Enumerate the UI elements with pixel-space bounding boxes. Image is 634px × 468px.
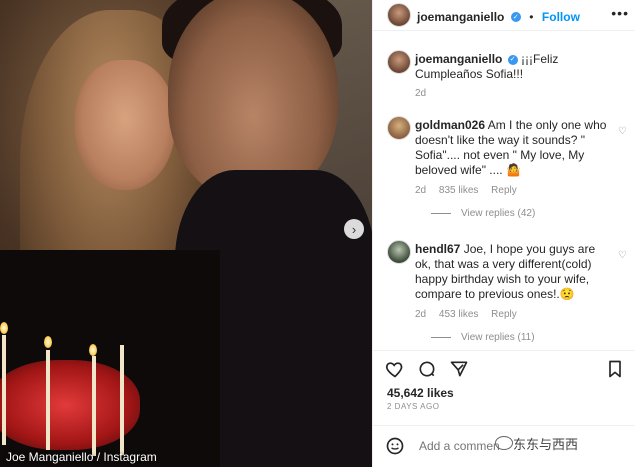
comment-icon[interactable] bbox=[417, 359, 437, 379]
photo-candle bbox=[2, 335, 6, 445]
post-date: 2 DAYS AGO bbox=[387, 402, 440, 411]
comment-age[interactable]: 2d bbox=[415, 309, 426, 320]
divider-line bbox=[431, 336, 451, 338]
photo-credit: Joe Manganiello / Instagram bbox=[6, 450, 157, 464]
bookmark-icon[interactable] bbox=[605, 359, 625, 379]
verified-badge-icon: ✓ bbox=[510, 11, 521, 22]
watermark-logo-icon bbox=[495, 436, 513, 450]
comment-username[interactable]: hendl67 bbox=[415, 242, 460, 256]
view-replies-button[interactable]: View replies (42) bbox=[431, 208, 535, 219]
post-details-panel: joemanganiello ✓ • Follow ••• joemangani… bbox=[372, 0, 634, 467]
heart-icon[interactable]: ♡ bbox=[618, 248, 627, 263]
avatar[interactable] bbox=[387, 50, 411, 74]
next-photo-button[interactable]: › bbox=[344, 219, 364, 239]
photo-candle bbox=[92, 356, 96, 456]
avatar[interactable] bbox=[387, 3, 411, 27]
add-comment-bar: 东东与西西 bbox=[373, 425, 634, 468]
header-username[interactable]: joemanganiello bbox=[417, 10, 504, 24]
emoji-icon[interactable] bbox=[385, 436, 405, 456]
more-horizontal-icon[interactable]: ••• bbox=[611, 5, 629, 21]
photo-candle-flame bbox=[0, 322, 8, 334]
heart-icon[interactable] bbox=[385, 359, 405, 379]
photo-candle bbox=[46, 350, 50, 450]
header-dot: • bbox=[529, 10, 534, 24]
avatar[interactable] bbox=[387, 116, 411, 140]
photo-birthday-cake bbox=[0, 360, 140, 450]
photo-candle bbox=[120, 345, 124, 455]
follow-button[interactable]: Follow bbox=[542, 10, 580, 24]
caption-age[interactable]: 2d bbox=[415, 88, 426, 99]
reply-button[interactable]: Reply bbox=[491, 309, 517, 320]
comment-username[interactable]: goldman026 bbox=[415, 118, 485, 132]
divider-line bbox=[431, 212, 451, 214]
post-header: joemanganiello ✓ • Follow ••• bbox=[373, 0, 634, 31]
comment-likes[interactable]: 453 likes bbox=[439, 309, 478, 320]
watermark-text: 东东与西西 bbox=[513, 437, 579, 452]
likes-count[interactable]: 45,642 likes bbox=[387, 386, 454, 400]
caption-username[interactable]: joemanganiello bbox=[415, 52, 502, 66]
verified-badge-icon: ✓ bbox=[507, 54, 518, 65]
avatar[interactable] bbox=[387, 240, 411, 264]
heart-icon[interactable]: ♡ bbox=[618, 124, 627, 139]
photo-candle-flame bbox=[89, 344, 97, 356]
photo-woman-face bbox=[75, 60, 175, 190]
chevron-right-icon: › bbox=[351, 221, 357, 237]
view-replies-button[interactable]: View replies (11) bbox=[431, 332, 535, 343]
add-comment-input[interactable] bbox=[417, 438, 501, 454]
comment-age[interactable]: 2d bbox=[415, 185, 426, 196]
share-icon[interactable] bbox=[449, 359, 469, 379]
comment-likes[interactable]: 835 likes bbox=[439, 185, 478, 196]
post-photo[interactable]: Joe Manganiello / Instagram › bbox=[0, 0, 372, 467]
reply-button[interactable]: Reply bbox=[491, 185, 517, 196]
photo-candle-flame bbox=[44, 336, 52, 348]
